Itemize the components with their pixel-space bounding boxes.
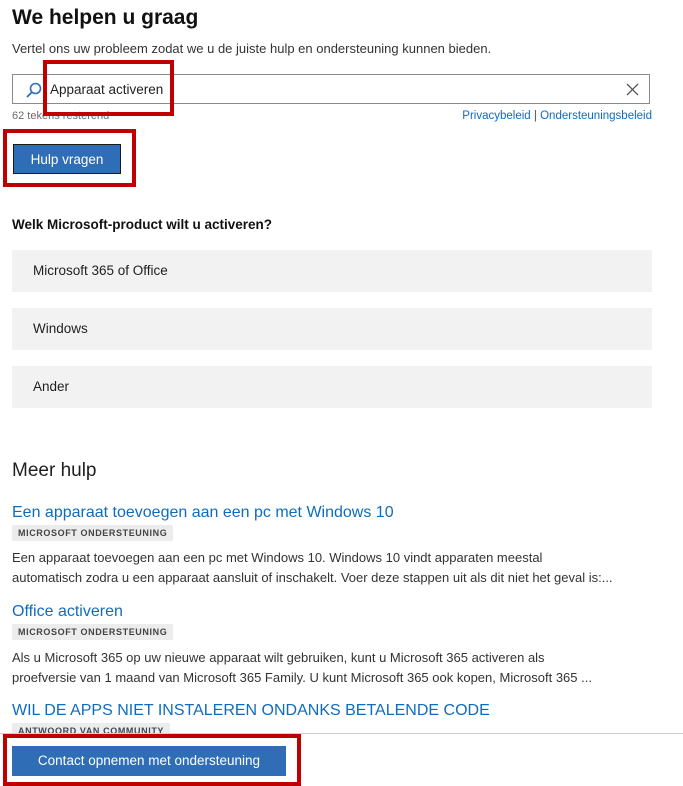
support-policy-link[interactable]: Ondersteuningsbeleid	[540, 110, 652, 122]
page-subtitle: Vertel ons uw probleem zodat we u de jui…	[12, 41, 492, 56]
option-windows[interactable]: Windows	[12, 308, 652, 350]
option-other[interactable]: Ander	[12, 366, 652, 408]
privacy-link[interactable]: Privacybeleid	[462, 110, 530, 122]
more-help-title: Meer hulp	[12, 460, 97, 481]
article-description-line: Als u Microsoft 365 op uw nieuwe apparaa…	[12, 650, 545, 665]
source-badge: MICROSOFT ONDERSTEUNING	[12, 525, 174, 541]
article-description-line: automatisch zodra u een apparaat aanslui…	[12, 569, 613, 585]
option-label: Windows	[33, 321, 88, 336]
contact-support-button[interactable]: Contact opnemen met ondersteuning	[12, 746, 286, 776]
article-title-link[interactable]: WIL DE APPS NIET INSTALEREN ONDANKS BETA…	[12, 702, 490, 720]
search-icon	[26, 82, 42, 98]
close-icon[interactable]	[625, 82, 640, 97]
product-question: Welk Microsoft-product wilt u activeren?	[12, 217, 273, 232]
article-description: Een apparaat toevoegen aan een pc met Wi…	[12, 548, 654, 587]
source-badge: MICROSOFT ONDERSTEUNING	[12, 624, 174, 640]
problem-search-field[interactable]: Apparaat activeren	[12, 74, 650, 104]
article-title-link[interactable]: Een apparaat toevoegen aan een pc met Wi…	[12, 504, 394, 522]
option-microsoft-365[interactable]: Microsoft 365 of Office	[12, 250, 652, 292]
search-input-value[interactable]: Apparaat activeren	[50, 82, 163, 97]
option-label: Microsoft 365 of Office	[33, 263, 168, 278]
link-separator: |	[533, 110, 537, 122]
option-label: Ander	[33, 379, 70, 394]
article-title-link[interactable]: Office activeren	[12, 603, 123, 621]
get-help-button[interactable]: Hulp vragen	[13, 144, 121, 174]
page-title: We helpen u graag	[12, 6, 199, 29]
article-description-line: proefversie van 1 maand van Microsoft 36…	[12, 669, 592, 685]
article-description-line: Een apparaat toevoegen aan een pc met Wi…	[12, 550, 543, 565]
article-description: Als u Microsoft 365 op uw nieuwe apparaa…	[12, 648, 654, 687]
characters-remaining: 62 tekens resterend	[12, 110, 110, 122]
policy-links: Privacybeleid | Ondersteuningsbeleid	[462, 110, 652, 122]
